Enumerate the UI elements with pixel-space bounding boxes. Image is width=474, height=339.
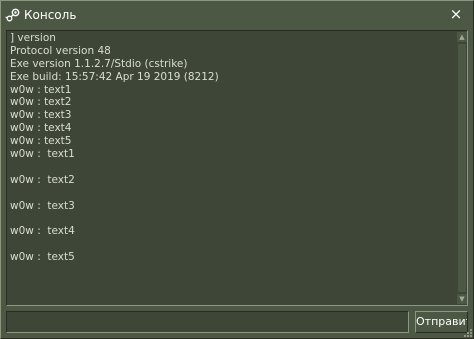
command-input[interactable] bbox=[6, 311, 409, 333]
console-line: ] version bbox=[10, 32, 56, 44]
scroll-up-icon[interactable]: ▲ bbox=[457, 32, 467, 42]
console-line: w0w : text5 bbox=[10, 135, 72, 148]
vertical-scrollbar[interactable]: ▲ ▼ bbox=[457, 31, 467, 305]
resize-grip-icon[interactable] bbox=[464, 329, 472, 337]
console-line: w0w : text3 bbox=[10, 199, 75, 212]
console-line: w0w : text3 bbox=[10, 109, 72, 122]
console-line: w0w : text4 bbox=[10, 122, 72, 135]
scroll-down-icon[interactable]: ▼ bbox=[457, 294, 467, 304]
console-line: Protocol version 48 bbox=[10, 44, 111, 57]
console-window: Консоль × ] version Protocol version 48 Ex… bbox=[0, 0, 474, 339]
console-line: w0w : text5 bbox=[10, 251, 75, 264]
console-line: w0w : text1 bbox=[10, 148, 75, 161]
close-button[interactable]: × bbox=[449, 7, 463, 22]
console-line: w0w : text4 bbox=[10, 225, 75, 238]
scroll-thumb[interactable] bbox=[458, 44, 466, 292]
console-line: w0w : text2 bbox=[10, 173, 75, 186]
console-output[interactable]: ] version Protocol version 48 Exe version … bbox=[6, 30, 468, 306]
console-log: ] version Protocol version 48 Exe version … bbox=[10, 32, 450, 264]
console-line: Exe build: 15:57:42 Apr 19 2019 (8212) bbox=[10, 70, 219, 83]
submit-button[interactable]: Отправить bbox=[415, 311, 468, 333]
steam-icon bbox=[5, 8, 20, 22]
console-line: w0w : text1 bbox=[10, 83, 72, 96]
console-line: w0w : text2 bbox=[10, 96, 72, 109]
window-title: Консоль bbox=[24, 8, 77, 22]
console-line: Exe version 1.1.2.7/Stdio (cstrike) bbox=[10, 57, 188, 70]
title-bar[interactable]: Консоль × bbox=[1, 1, 473, 29]
